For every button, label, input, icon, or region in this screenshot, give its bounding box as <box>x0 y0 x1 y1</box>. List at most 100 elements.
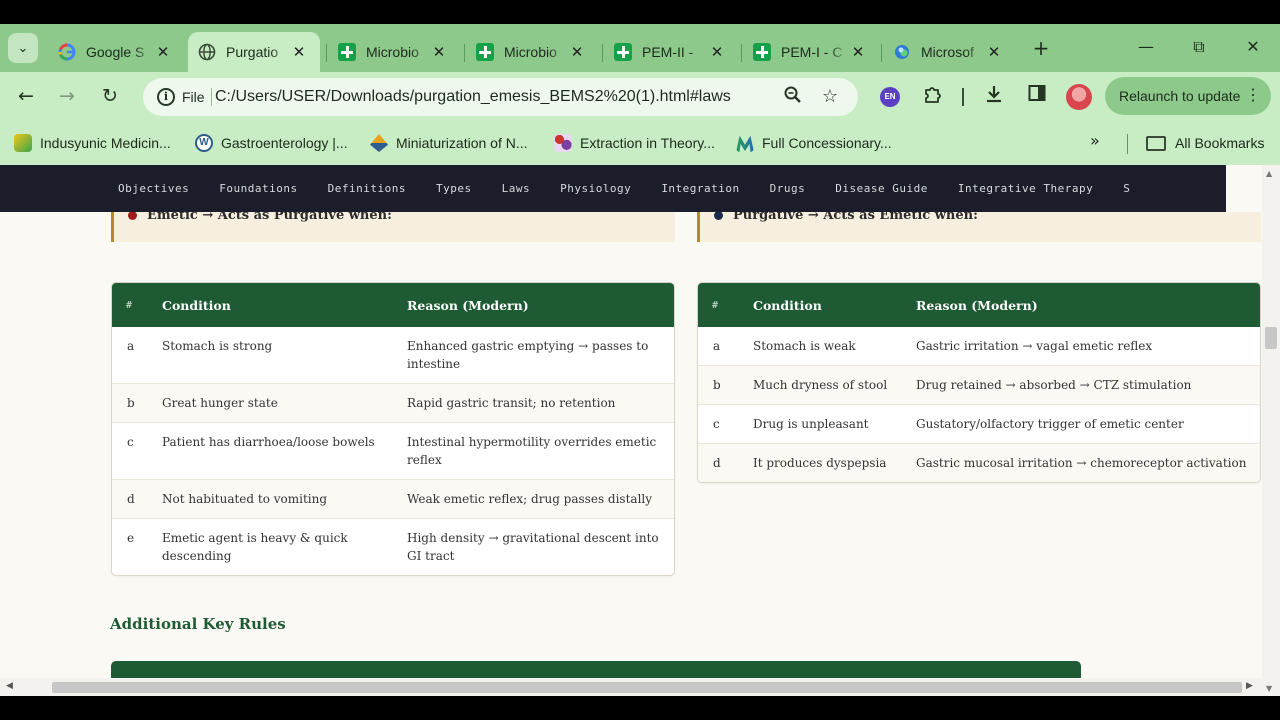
tab-title: PEM-II - <box>642 44 694 60</box>
nav-types[interactable]: Types <box>436 182 472 195</box>
address-bar[interactable]: i File C:/Users/USER/Downloads/purgation… <box>143 78 858 116</box>
reason-cell: High density → gravitational descent int… <box>395 518 674 575</box>
reload-icon: ↻ <box>102 85 118 107</box>
close-icon[interactable]: ✕ <box>154 43 172 61</box>
all-bookmarks-button[interactable]: All Bookmarks <box>1146 132 1264 154</box>
column-header: Reason (Modern) <box>395 283 674 327</box>
nav-integrative-therapy[interactable]: Integrative Therapy <box>958 182 1093 195</box>
sheets-icon <box>338 43 356 61</box>
bookmark-label: Miniaturization of N... <box>396 135 528 151</box>
close-icon[interactable]: ✕ <box>430 43 448 61</box>
new-tab-button[interactable]: + <box>1028 37 1054 61</box>
close-icon[interactable]: ✕ <box>290 43 308 61</box>
nav-definitions[interactable]: Definitions <box>328 182 406 195</box>
tab-microsoft[interactable]: Microsof ✕ <box>883 32 1015 72</box>
scroll-down-icon[interactable]: ▼ <box>1266 684 1272 693</box>
tab-pem-ii[interactable]: PEM-II - ✕ <box>604 32 738 72</box>
nav-objectives[interactable]: Objectives <box>118 182 189 195</box>
miniaturization-icon <box>370 134 388 152</box>
tab-pem-i[interactable]: PEM-I - C ✕ <box>743 32 879 72</box>
bookmark-star-button[interactable]: ☆ <box>818 85 842 109</box>
chip-separator <box>211 88 212 106</box>
table-row: c Drug is unpleasant Gustatory/olfactory… <box>698 404 1260 444</box>
nav-foundations[interactable]: Foundations <box>219 182 297 195</box>
condition-cell: It produces dyspepsia <box>741 443 904 482</box>
back-button[interactable]: ← <box>12 83 40 111</box>
condition-cell: Stomach is weak <box>753 339 856 353</box>
folder-icon <box>1146 135 1166 151</box>
minimize-button[interactable]: — <box>1126 36 1166 60</box>
scroll-up-icon[interactable]: ▲ <box>1266 169 1272 178</box>
close-icon[interactable]: ✕ <box>708 43 726 61</box>
bullet-icon <box>714 212 723 220</box>
purgative-as-emetic-table: # Condition Reason (Modern) a Stomach is… <box>697 282 1261 483</box>
scroll-right-icon[interactable]: ▶ <box>1246 681 1253 691</box>
condition-cell: Stomach is strong <box>162 339 273 353</box>
globe-icon <box>198 43 216 61</box>
bookmark-extraction[interactable]: Extraction in Theory... <box>554 132 715 154</box>
nav-more[interactable]: S <box>1123 182 1130 195</box>
indusyunic-icon <box>14 134 32 152</box>
reason-cell: Drug retained → absorbed → CTZ stimulati… <box>904 365 1260 405</box>
double-chevron-right-icon: » <box>1090 131 1100 150</box>
close-window-button[interactable]: ✕ <box>1233 36 1273 60</box>
forward-button[interactable]: → <box>53 83 81 111</box>
bookmark-concessionary[interactable]: Full Concessionary... <box>736 132 892 154</box>
tab-microbio-1[interactable]: Microbio ✕ <box>328 32 460 72</box>
scroll-left-icon[interactable]: ◀ <box>6 681 13 691</box>
more-vert-icon: ⋮ <box>1245 87 1261 104</box>
reason-cell: Gastric irritation → vagal emetic reflex <box>916 339 1153 353</box>
downloads-button[interactable] <box>980 83 1008 111</box>
close-icon[interactable]: ✕ <box>849 43 867 61</box>
wordpress-icon: W <box>195 134 213 152</box>
tab-title: Microbio <box>504 44 557 60</box>
relaunch-button[interactable]: Relaunch to update ⋮ <box>1105 77 1271 115</box>
bookmark-miniaturization[interactable]: Miniaturization of N... <box>370 132 528 154</box>
vertical-scrollbar[interactable]: ▲ ▼ <box>1262 165 1280 696</box>
bookmark-label: Gastroenterology |... <box>221 135 348 151</box>
bookmark-label: Extraction in Theory... <box>580 135 715 151</box>
nav-integration[interactable]: Integration <box>661 182 739 195</box>
close-icon: ✕ <box>1246 37 1260 56</box>
minimize-icon: — <box>1138 37 1154 56</box>
row-index: c <box>698 404 741 444</box>
language-extension-button[interactable]: EN <box>880 87 900 107</box>
tab-search-button[interactable]: ⌄ <box>8 33 38 63</box>
site-info-chip[interactable]: i File <box>149 83 215 111</box>
zoom-button[interactable] <box>781 85 805 109</box>
url-text[interactable]: C:/Users/USER/Downloads/purgation_emesis… <box>215 78 731 116</box>
section-heading: Additional Key Rules <box>110 615 286 633</box>
row-index: e <box>112 518 150 575</box>
side-panel-button[interactable] <box>1023 83 1051 111</box>
close-icon[interactable]: ✕ <box>985 43 1003 61</box>
nav-laws[interactable]: Laws <box>502 182 531 195</box>
nav-disease-guide[interactable]: Disease Guide <box>835 182 928 195</box>
reload-button[interactable]: ↻ <box>96 83 124 111</box>
tab-microbio-2[interactable]: Microbio ✕ <box>466 32 598 72</box>
scrollbar-thumb[interactable] <box>1265 327 1277 349</box>
bookmarks-separator <box>1127 134 1128 154</box>
extensions-button[interactable] <box>919 83 947 111</box>
table-row: a Stomach is strong Enhanced gastric emp… <box>112 327 674 384</box>
scrollbar-thumb[interactable] <box>52 682 1242 693</box>
condition-cell: Emetic agent is heavy & quick descending <box>150 518 395 575</box>
bookmark-indusyunic[interactable]: Indusyunic Medicin... <box>14 132 171 154</box>
star-icon: ☆ <box>821 86 839 107</box>
column-header: Condition <box>150 283 395 327</box>
nav-drugs[interactable]: Drugs <box>770 182 806 195</box>
nav-physiology[interactable]: Physiology <box>560 182 631 195</box>
restore-button[interactable]: ⧉ <box>1179 36 1219 60</box>
more-bookmarks-button[interactable]: » <box>1090 131 1100 150</box>
table-row: a Stomach is weak Gastric irritation → v… <box>698 327 1260 366</box>
tab-strip: ⌄ Google S ✕ Purgatio ✕ Microbio ✕ Micro… <box>0 24 1280 72</box>
table-row: e Emetic agent is heavy & quick descendi… <box>112 518 674 575</box>
close-icon[interactable]: ✕ <box>568 43 586 61</box>
profile-avatar[interactable] <box>1066 84 1092 110</box>
sheets-icon <box>753 43 771 61</box>
row-index: d <box>698 443 741 482</box>
tab-title: PEM-I - C <box>781 44 843 60</box>
tab-google[interactable]: Google S ✕ <box>48 32 184 72</box>
tab-purgation[interactable]: Purgatio ✕ <box>188 32 320 72</box>
horizontal-scrollbar[interactable]: ◀ ▶ <box>0 678 1262 696</box>
bookmark-gastroenterology[interactable]: W Gastroenterology |... <box>195 132 348 154</box>
